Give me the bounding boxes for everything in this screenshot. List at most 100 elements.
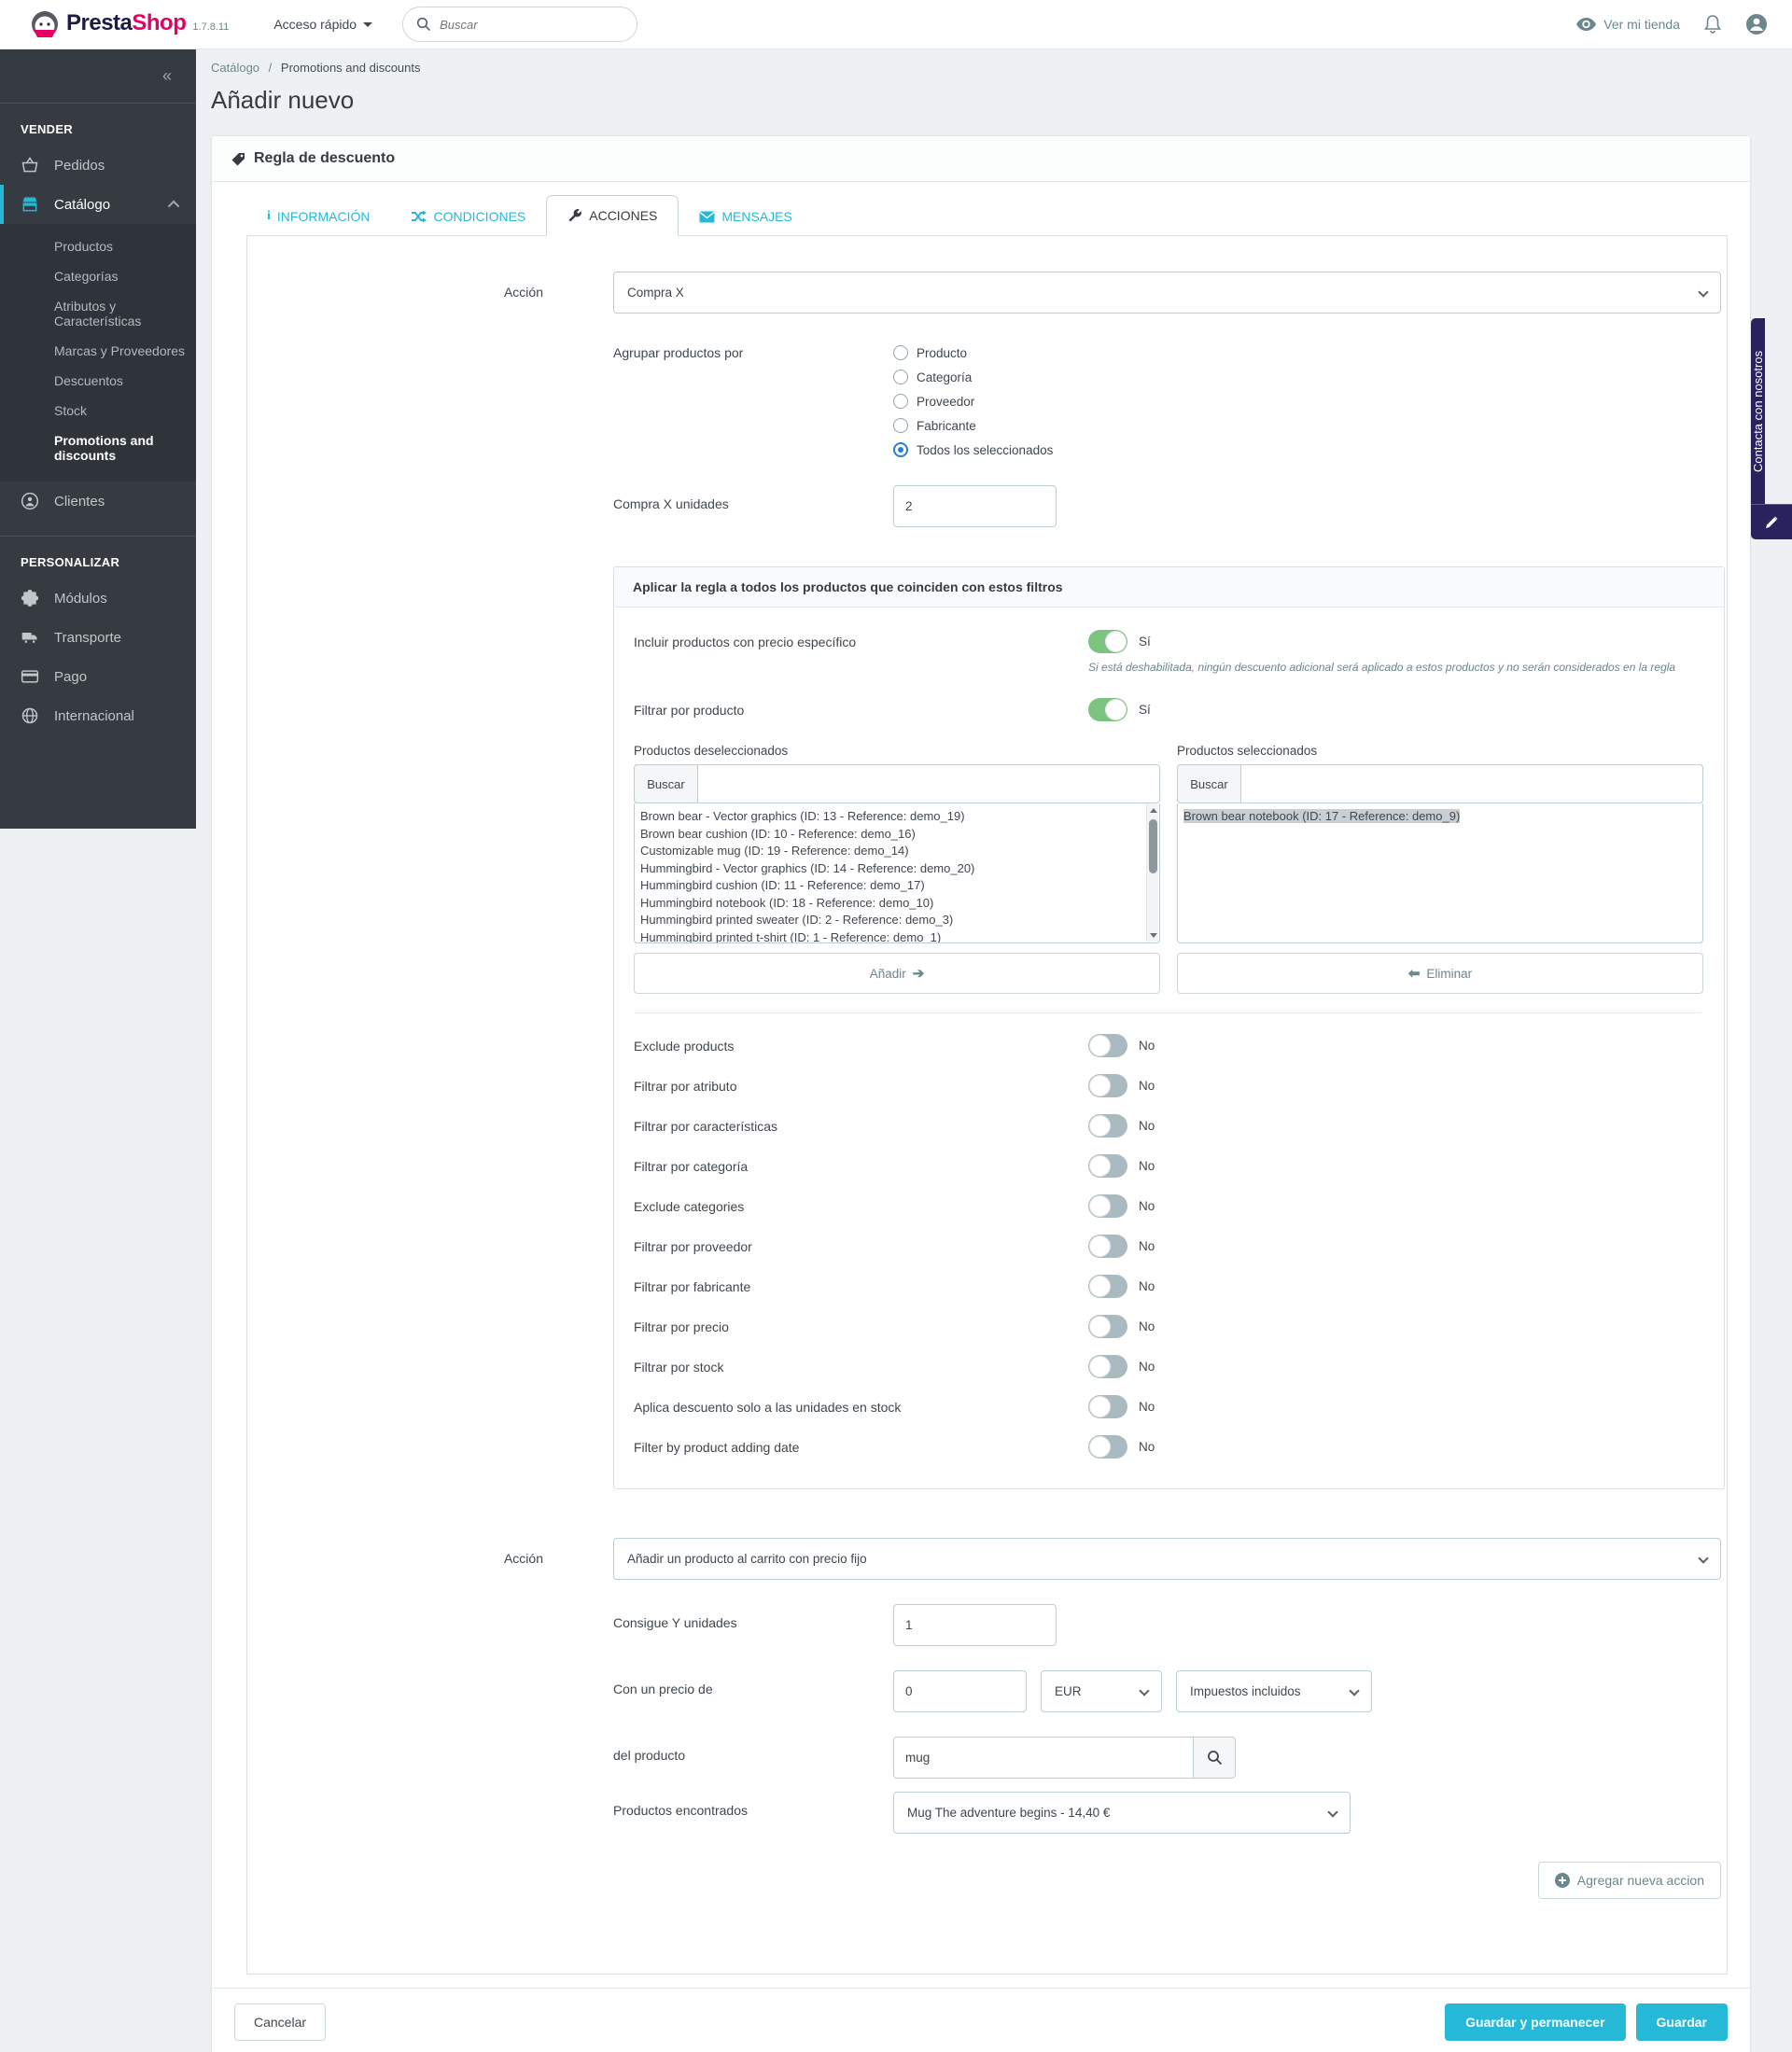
found-products-label: Productos encontrados xyxy=(613,1792,893,1834)
buy-x-input[interactable] xyxy=(893,485,1057,527)
collapse-sidebar-button[interactable]: « xyxy=(162,66,172,86)
adding-date-toggle[interactable] xyxy=(1088,1435,1127,1459)
listbox-scrollbar[interactable] xyxy=(1146,804,1158,942)
discount-in-stock-toggle[interactable] xyxy=(1088,1395,1127,1418)
list-item[interactable]: Customizable mug (ID: 19 - Reference: de… xyxy=(640,843,1142,860)
exclude-categories-toggle[interactable] xyxy=(1088,1194,1127,1218)
product-search-button[interactable] xyxy=(1194,1737,1236,1779)
selected-search-button[interactable]: Buscar xyxy=(1177,764,1241,803)
sidebar-item-pago[interactable]: Pago xyxy=(0,657,196,696)
list-item[interactable]: Hummingbird printed t-shirt (ID: 1 - Ref… xyxy=(640,929,1142,944)
radio-fabricante[interactable]: Fabricante xyxy=(893,418,1053,433)
exclude-products-toggle[interactable] xyxy=(1088,1034,1127,1057)
list-item[interactable]: Hummingbird cushion (ID: 11 - Reference:… xyxy=(640,877,1142,895)
view-shop-link[interactable]: Ver mi tienda xyxy=(1576,17,1680,32)
tab-label: MENSAJES xyxy=(721,209,791,224)
tab-acciones[interactable]: ACCIONES xyxy=(546,195,679,236)
panel-footer: Cancelar Guardar y permanecer Guardar xyxy=(212,1988,1750,2052)
submenu-item-stock[interactable]: Stock xyxy=(0,396,196,426)
list-item-selected[interactable]: Brown bear notebook (ID: 17 - Reference:… xyxy=(1183,808,1697,826)
user-avatar-icon[interactable] xyxy=(1745,13,1768,35)
breadcrumb-promotions[interactable]: Promotions and discounts xyxy=(281,61,421,75)
include-specific-toggle[interactable] xyxy=(1088,630,1127,653)
radio-todos[interactable]: Todos los seleccionados xyxy=(893,442,1053,457)
currency-select[interactable]: EUR xyxy=(1041,1670,1162,1712)
get-y-input[interactable] xyxy=(893,1604,1057,1646)
customers-icon xyxy=(21,492,39,510)
unselected-search-button[interactable]: Buscar xyxy=(634,764,698,803)
radio-proveedor[interactable]: Proveedor xyxy=(893,394,1053,409)
list-item[interactable]: Brown bear - Vector graphics (ID: 13 - R… xyxy=(640,808,1142,826)
list-item[interactable]: Hummingbird - Vector graphics (ID: 14 - … xyxy=(640,860,1142,878)
magnifier-icon xyxy=(1207,1750,1223,1766)
add-new-action-button[interactable]: Agregar nueva accion xyxy=(1538,1862,1721,1899)
quick-access-dropdown[interactable]: Acceso rápido xyxy=(273,17,372,32)
toggle-row-precio: Filtrar por precio No xyxy=(634,1315,1701,1338)
prestashop-logo[interactable]: PrestaShop 1.7.8.11 xyxy=(31,10,229,38)
radio-checked-icon xyxy=(893,442,908,457)
sidebar-item-catalogo[interactable]: Catálogo xyxy=(0,185,196,224)
tab-informacion[interactable]: i INFORMACIÓN xyxy=(246,197,390,236)
product-search-input[interactable] xyxy=(893,1737,1194,1779)
submenu-item-descuentos[interactable]: Descuentos xyxy=(0,366,196,396)
filter-supplier-toggle[interactable] xyxy=(1088,1235,1127,1258)
action2-select[interactable]: Añadir un producto al carrito con precio… xyxy=(613,1538,1721,1580)
sidebar-item-transporte[interactable]: Transporte xyxy=(0,618,196,657)
scroll-down-icon[interactable] xyxy=(1150,933,1157,938)
sidebar-item-pedidos[interactable]: Pedidos xyxy=(0,146,196,185)
catalog-submenu: Productos Categorías Atributos y Caracte… xyxy=(0,224,196,482)
action1-select[interactable]: Compra X xyxy=(613,272,1721,314)
breadcrumb-catalogo[interactable]: Catálogo xyxy=(211,61,259,75)
breadcrumb-separator: / xyxy=(269,61,273,75)
get-y-label: Consigue Y unidades xyxy=(613,1604,893,1646)
save-and-stay-button[interactable]: Guardar y permanecer xyxy=(1445,2003,1625,2041)
unselected-search-input[interactable] xyxy=(698,764,1160,803)
unselected-listbox[interactable]: Brown bear - Vector graphics (ID: 13 - R… xyxy=(634,803,1160,943)
list-item[interactable]: Hummingbird printed sweater (ID: 2 - Ref… xyxy=(640,912,1142,929)
sidebar-item-internacional[interactable]: Internacional xyxy=(0,696,196,735)
submenu-item-productos[interactable]: Productos xyxy=(0,231,196,261)
toggle-state: No xyxy=(1139,1039,1155,1053)
filter-manufacturer-toggle[interactable] xyxy=(1088,1275,1127,1298)
scroll-thumb[interactable] xyxy=(1149,819,1157,873)
sidebar-item-clientes[interactable]: Clientes xyxy=(0,482,196,521)
scroll-up-icon[interactable] xyxy=(1150,808,1157,813)
filter-features-toggle[interactable] xyxy=(1088,1114,1127,1138)
submenu-item-atributos[interactable]: Atributos y Características xyxy=(0,291,196,336)
filter-product-toggle[interactable] xyxy=(1088,698,1127,721)
tax-select[interactable]: Impuestos incluidos xyxy=(1176,1670,1372,1712)
filter-price-toggle[interactable] xyxy=(1088,1315,1127,1338)
price-amount-input[interactable] xyxy=(893,1670,1027,1712)
plus-circle-icon xyxy=(1555,1873,1570,1888)
remove-products-button[interactable]: ⬅ Eliminar xyxy=(1177,953,1703,994)
selected-listbox[interactable]: Brown bear notebook (ID: 17 - Reference:… xyxy=(1177,803,1703,943)
radio-categoria[interactable]: Categoría xyxy=(893,370,1053,384)
search-input[interactable] xyxy=(440,18,608,32)
contact-us-button[interactable]: Contacta con nosotros xyxy=(1751,318,1765,504)
found-products-select[interactable]: Mug The adventure begins - 14,40 € xyxy=(893,1792,1351,1834)
group-by-radios: Producto Categoría Proveedor xyxy=(893,345,1053,467)
tab-condiciones[interactable]: CONDICIONES xyxy=(390,197,546,236)
filter-stock-toggle[interactable] xyxy=(1088,1355,1127,1378)
filter-category-toggle[interactable] xyxy=(1088,1154,1127,1178)
modules-puzzle-icon xyxy=(21,589,39,607)
selected-search-input[interactable] xyxy=(1241,764,1703,803)
list-item[interactable]: Brown bear cushion (ID: 10 - Reference: … xyxy=(640,826,1142,844)
tab-mensajes[interactable]: MENSAJES xyxy=(679,197,812,236)
radio-producto[interactable]: Producto xyxy=(893,345,1053,360)
list-item[interactable]: Hummingbird notebook (ID: 18 - Reference… xyxy=(640,895,1142,913)
sidebar-item-modulos[interactable]: Módulos xyxy=(0,579,196,618)
contact-pencil-button[interactable] xyxy=(1751,504,1792,539)
global-search[interactable] xyxy=(402,7,637,42)
add-products-button[interactable]: Añadir ➔ xyxy=(634,953,1160,994)
cancel-button[interactable]: Cancelar xyxy=(234,2003,326,2041)
submenu-item-categorias[interactable]: Categorías xyxy=(0,261,196,291)
radio-icon xyxy=(893,370,908,384)
submenu-item-marcas[interactable]: Marcas y Proveedores xyxy=(0,336,196,366)
selected-products-column: Productos seleccionados Buscar Brown bea… xyxy=(1177,744,1703,994)
bell-icon[interactable] xyxy=(1704,15,1721,34)
save-button[interactable]: Guardar xyxy=(1636,2003,1728,2041)
submenu-item-promotions[interactable]: Promotions and discounts xyxy=(0,426,196,470)
filter-attribute-toggle[interactable] xyxy=(1088,1074,1127,1097)
sidebar-section-vender: VENDER xyxy=(0,104,196,146)
